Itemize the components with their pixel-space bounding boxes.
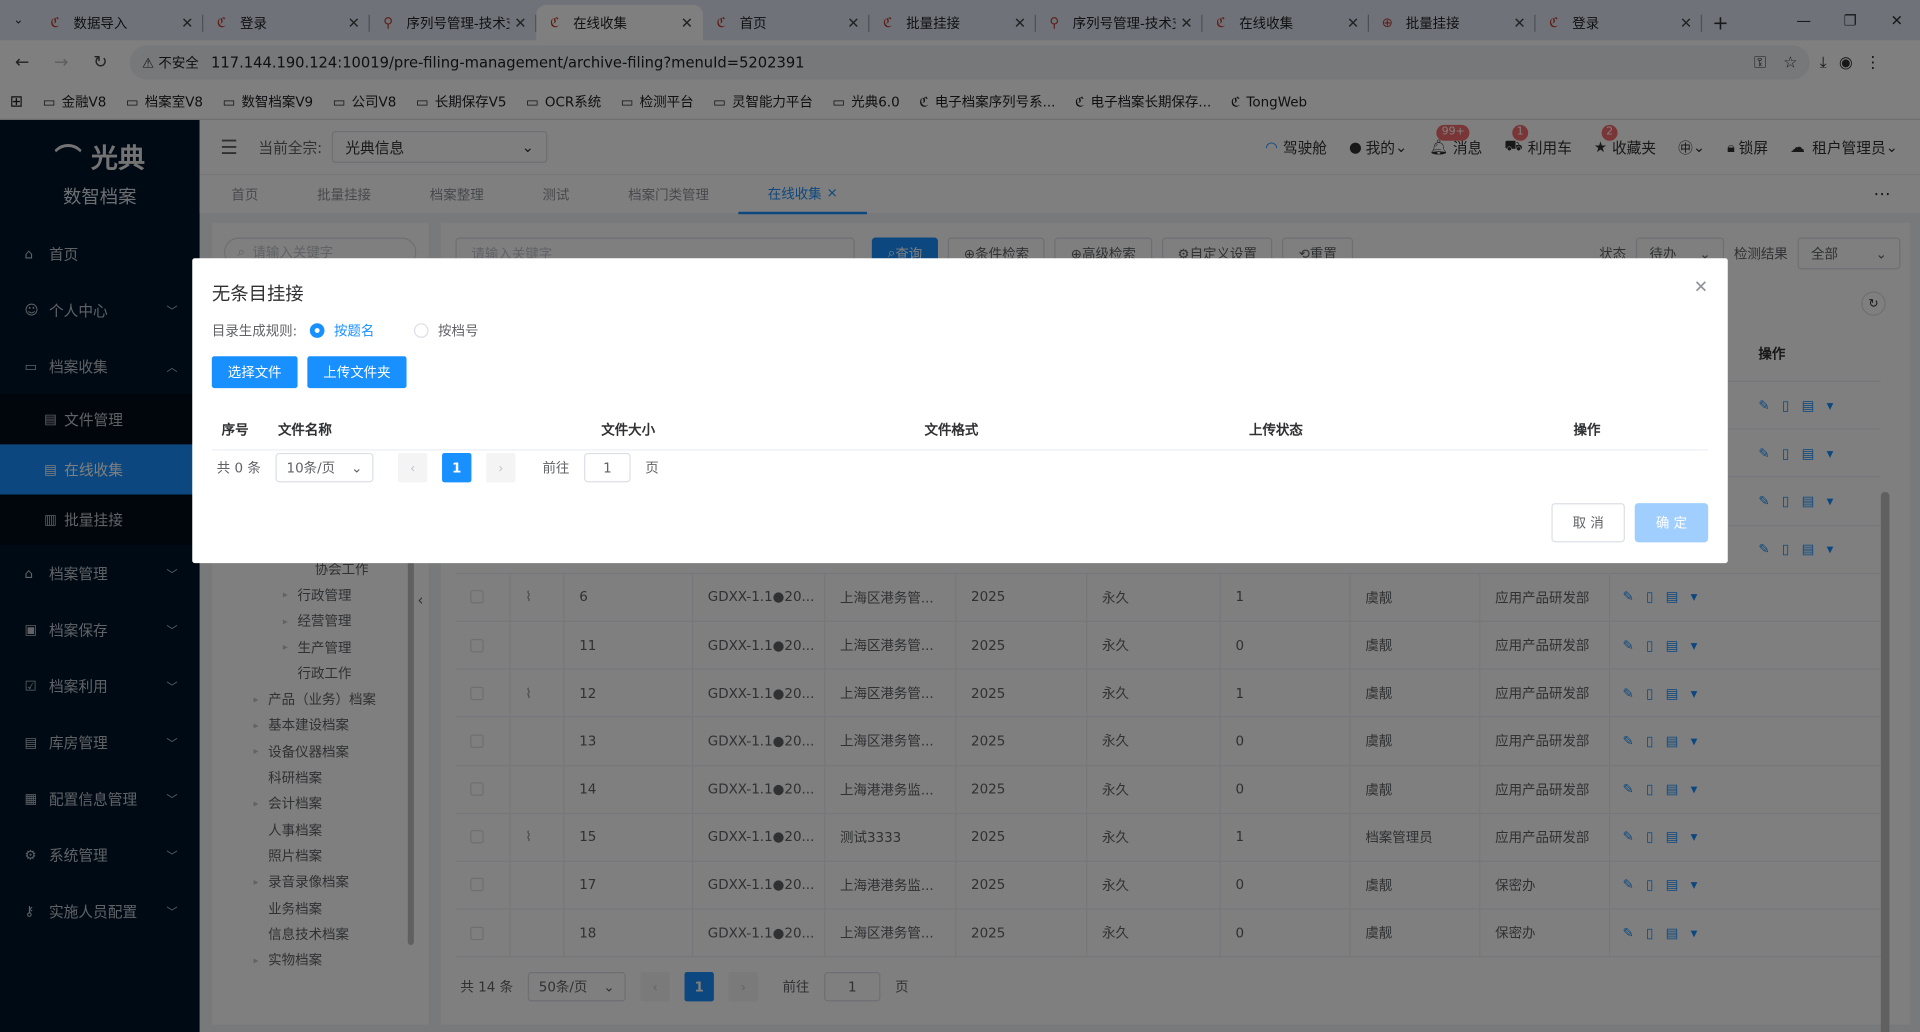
- dialog-pagination: 共 0 条 10条/页 ⌄ ‹ 1 › 前往 1 页: [216, 452, 659, 483]
- upload-folder-button[interactable]: 上传文件夹: [307, 356, 407, 389]
- close-icon[interactable]: ✕: [1694, 278, 1708, 298]
- column-header: 文件名称: [277, 422, 332, 439]
- radio-dot: [309, 323, 325, 338]
- dialog-page-number[interactable]: 1: [442, 452, 472, 483]
- catalog-rule: 目录生成规则: 按题名 按档号: [212, 321, 506, 341]
- rule-option-radio[interactable]: 按题名: [309, 321, 374, 341]
- dialog-prev-page-button[interactable]: ‹: [397, 452, 428, 483]
- dialog-total: 共 0 条: [216, 460, 261, 477]
- rule-option-radio[interactable]: 按档号: [413, 321, 479, 341]
- dialog-title: 无条目挂接: [211, 282, 304, 305]
- select-files-button[interactable]: 选择文件: [211, 356, 298, 389]
- rule-option-label: 按档号: [438, 323, 479, 340]
- rule-label: 目录生成规则:: [211, 323, 298, 340]
- dialog-next-page-button[interactable]: ›: [486, 452, 516, 483]
- no-entry-attach-dialog: 无条目挂接 ✕ 目录生成规则: 按题名 按档号 选择文件 上传文件夹 序号 文件名称…: [192, 258, 1728, 564]
- column-header: 操作: [1573, 422, 1601, 439]
- rule-option-label: 按题名: [333, 323, 375, 340]
- column-header: 文件大小: [601, 422, 656, 439]
- column-header: 文件格式: [924, 422, 979, 439]
- column-header: 序号: [221, 422, 249, 439]
- confirm-button[interactable]: 确 定: [1634, 503, 1709, 543]
- dialog-goto-label: 前往: [542, 460, 570, 477]
- file-table-header: 序号 文件名称 文件大小 文件格式 上传状态 操作: [211, 408, 1709, 451]
- dialog-goto-input[interactable]: 1: [584, 452, 631, 483]
- cancel-button[interactable]: 取 消: [1551, 503, 1625, 543]
- column-header: 上传状态: [1248, 422, 1303, 439]
- dialog-page-size-select[interactable]: 10条/页 ⌄: [275, 452, 374, 483]
- radio-dot: [413, 323, 429, 338]
- dialog-page-unit: 页: [645, 460, 659, 477]
